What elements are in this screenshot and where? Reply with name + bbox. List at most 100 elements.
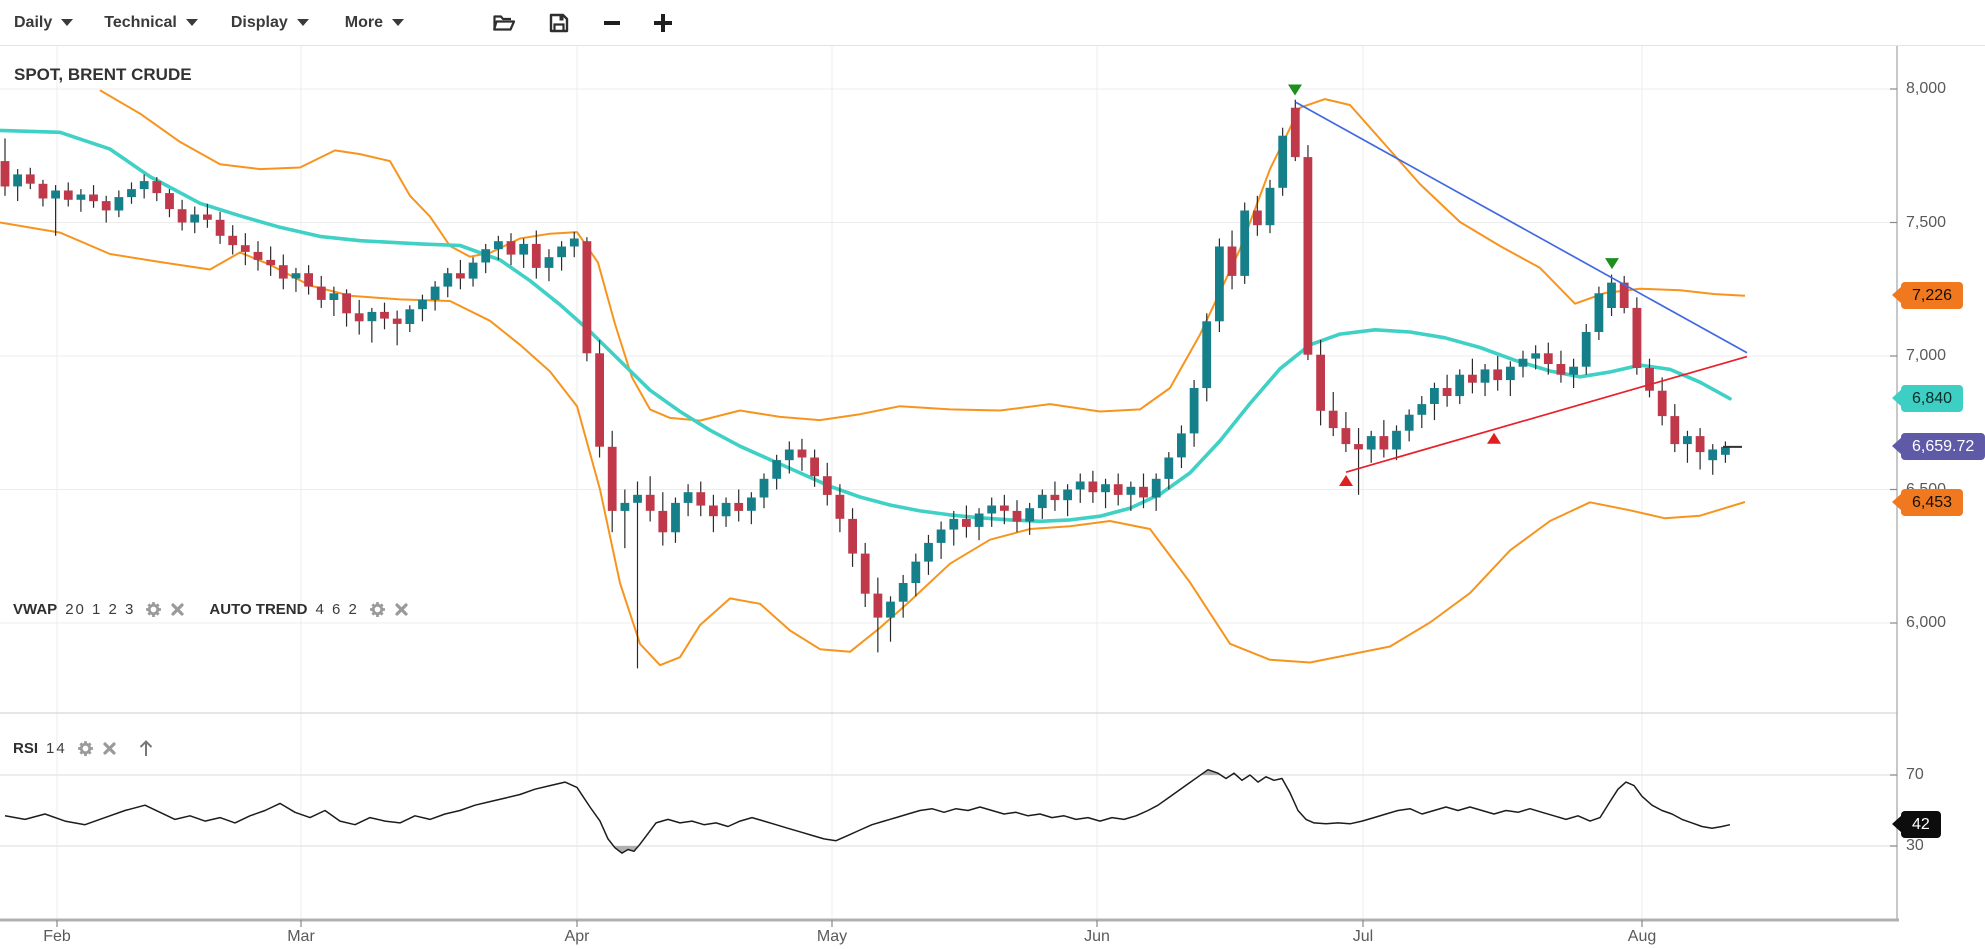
candle	[89, 195, 98, 202]
gear-icon[interactable]	[77, 740, 94, 757]
candle	[1266, 188, 1275, 225]
candle	[368, 312, 377, 321]
candle	[722, 503, 731, 516]
candle	[51, 191, 60, 199]
candle	[924, 543, 933, 562]
candle	[1354, 444, 1363, 449]
candle	[772, 460, 781, 479]
candle	[1417, 404, 1426, 415]
candle	[1304, 157, 1313, 355]
candle	[962, 519, 971, 527]
candle	[431, 287, 440, 300]
candle	[1405, 415, 1414, 431]
timeframe-menu[interactable]: Daily	[14, 14, 73, 32]
candle	[1291, 108, 1300, 157]
candle	[583, 241, 592, 353]
candle	[1190, 388, 1199, 433]
candle	[1658, 391, 1667, 416]
pivot-high-marker	[1605, 258, 1619, 269]
gear-icon[interactable]	[369, 601, 386, 618]
gear-icon[interactable]	[145, 601, 162, 618]
candle	[848, 519, 857, 554]
candle	[823, 476, 832, 495]
candle	[760, 479, 769, 498]
price-tick-label: 8,000	[1906, 80, 1946, 98]
candle	[1013, 511, 1022, 522]
candle	[1, 161, 10, 186]
zoom-in-icon[interactable]	[650, 10, 676, 36]
candle	[418, 300, 427, 309]
rsi-value-badge: 42	[1901, 811, 1941, 838]
candle	[178, 209, 187, 222]
candle	[532, 244, 541, 268]
candle	[1380, 436, 1389, 449]
candle	[279, 265, 288, 278]
candle	[545, 257, 554, 268]
candle	[911, 562, 920, 583]
candle	[836, 495, 845, 519]
vwap-legend-label: VWAP	[13, 601, 57, 618]
open-folder-icon[interactable]	[492, 13, 516, 33]
candle	[342, 293, 351, 313]
chart-canvas[interactable]	[0, 0, 1985, 949]
candle	[469, 263, 478, 279]
month-label: Feb	[43, 928, 71, 946]
candle	[557, 247, 566, 258]
candle	[190, 215, 199, 223]
band-upper-value-badge: 7,226	[1901, 282, 1963, 309]
candle	[165, 193, 174, 209]
remove-icon[interactable]	[394, 602, 409, 617]
candle	[646, 495, 655, 511]
candle	[874, 594, 883, 618]
chevron-down-icon	[186, 19, 198, 26]
display-menu-label: Display	[231, 14, 288, 32]
candle	[937, 530, 946, 543]
zoom-out-icon[interactable]	[600, 11, 624, 35]
rsi-line	[5, 770, 1730, 853]
candle	[595, 353, 604, 446]
candle	[405, 309, 414, 324]
candle	[810, 458, 819, 477]
month-label: May	[817, 928, 847, 946]
candle	[456, 273, 465, 278]
candle	[13, 174, 22, 186]
candle	[127, 189, 136, 197]
candle	[1278, 136, 1287, 188]
badge-arrow	[1892, 389, 1902, 407]
rsi-legend-label: RSI	[13, 740, 38, 757]
chevron-down-icon	[61, 19, 73, 26]
candle	[355, 313, 364, 321]
technical-menu[interactable]: Technical	[104, 14, 198, 32]
month-label: Jul	[1353, 928, 1373, 946]
candle	[861, 554, 870, 594]
candle	[1177, 433, 1186, 457]
display-menu[interactable]: Display	[231, 14, 309, 32]
remove-icon[interactable]	[102, 741, 117, 756]
vwap-lower-band-line	[0, 223, 1745, 666]
save-icon[interactable]	[548, 12, 570, 34]
rsi-legend-params: 14	[46, 740, 67, 757]
candle	[886, 602, 895, 618]
vwap-legend-params: 20 1 2 3	[65, 601, 135, 618]
candle	[975, 514, 984, 527]
last-price-badge: 6,659.72	[1901, 433, 1985, 460]
vwap-line	[0, 130, 1730, 521]
auto-trend-upper-line	[1296, 102, 1747, 352]
candle	[152, 181, 161, 193]
badge-arrow	[1892, 437, 1902, 455]
candle	[1696, 436, 1705, 452]
month-label: Mar	[287, 928, 315, 946]
candle	[64, 191, 73, 200]
vwap-value-badge: 6,840	[1901, 385, 1963, 412]
auto-trend-legend-label: AUTO TREND	[209, 601, 307, 618]
candle	[1342, 428, 1351, 444]
candle	[747, 498, 756, 511]
candle	[785, 450, 794, 461]
month-label: Jun	[1084, 928, 1110, 946]
remove-icon[interactable]	[170, 602, 185, 617]
candle	[228, 236, 237, 245]
more-menu[interactable]: More	[345, 14, 404, 32]
month-label: Aug	[1628, 928, 1656, 946]
move-pane-up-icon[interactable]	[137, 738, 155, 758]
candle	[1316, 355, 1325, 411]
